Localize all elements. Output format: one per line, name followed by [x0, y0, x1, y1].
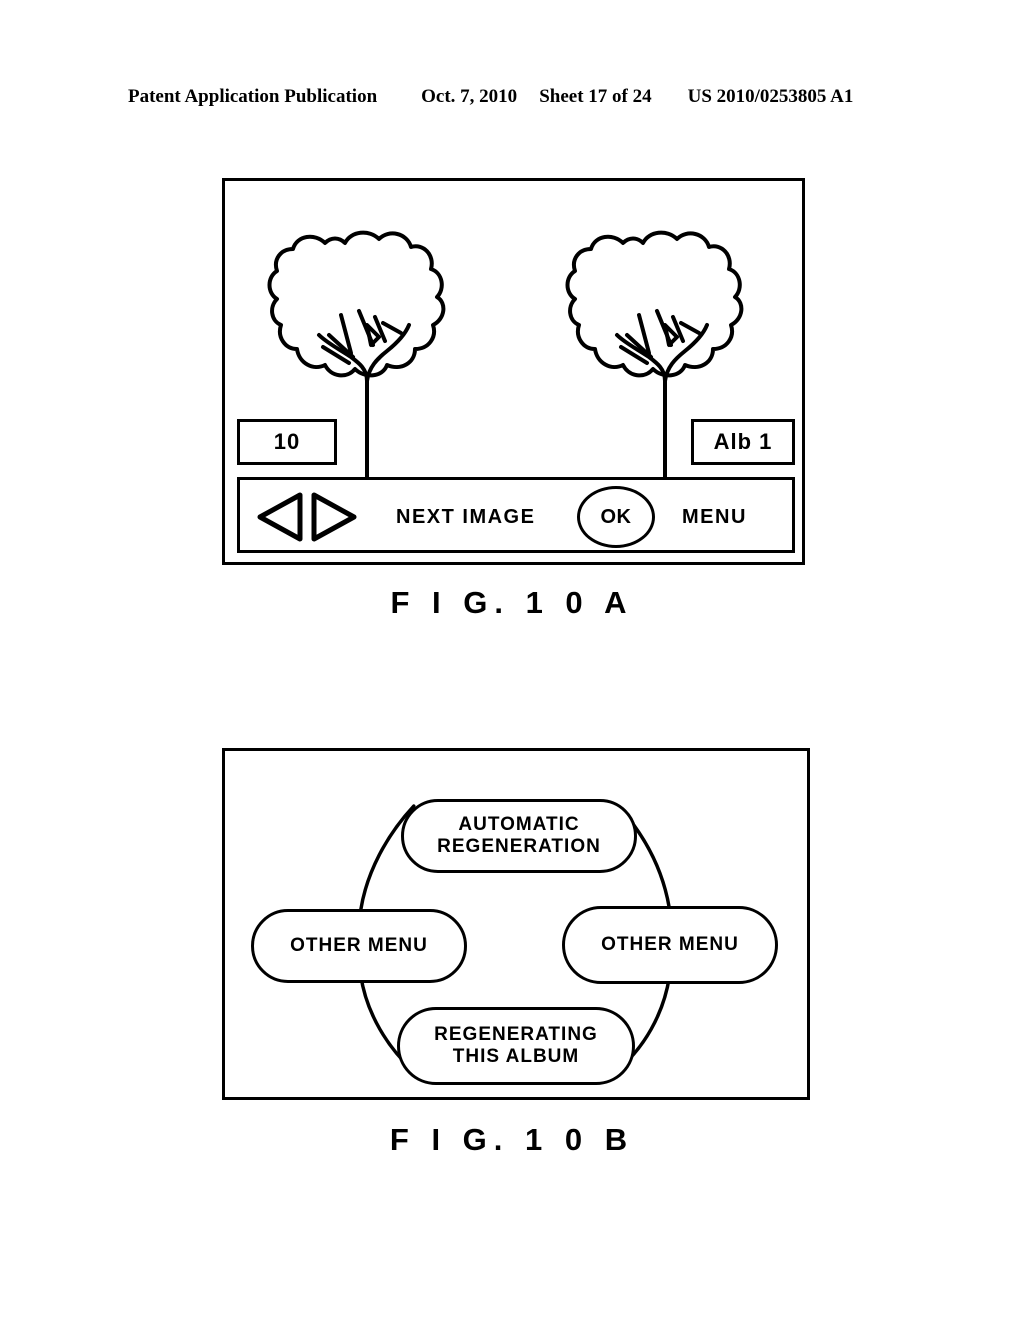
- image-count-label: 10: [237, 419, 337, 465]
- page-header: Patent Application Publication Oct. 7, 2…: [128, 86, 896, 112]
- menu-item-regenerating-this-album-line1: REGENERATING: [434, 1023, 598, 1045]
- album-name-value: Alb 1: [713, 429, 773, 454]
- header-sheet-text: Sheet 17 of 24: [539, 86, 652, 107]
- fig-10b-caption: F I G. 1 0 B: [389, 1122, 635, 1157]
- fig-10a-caption: F I G. 1 0 A: [390, 585, 634, 620]
- triangle-left-icon[interactable]: [256, 490, 304, 544]
- menu-item-automatic-regeneration-line1: AUTOMATIC: [458, 813, 580, 835]
- menu-item-other-menu-right-label: OTHER MENU: [601, 933, 739, 955]
- menu-item-other-menu-right[interactable]: OTHER MENU: [562, 906, 778, 984]
- menu-item-automatic-regeneration-line2: REGENERATION: [437, 836, 601, 857]
- triangle-right-icon[interactable]: [310, 490, 358, 544]
- menu-item-other-menu-left[interactable]: OTHER MENU: [251, 909, 467, 983]
- navigation-arrows: [256, 489, 366, 545]
- album-name-label: Alb 1: [691, 419, 795, 465]
- menu-item-other-menu-left-label: OTHER MENU: [290, 934, 428, 956]
- image-count-value: 10: [273, 429, 301, 454]
- header-patent-number: US 2010/0253805 A1: [687, 86, 854, 107]
- header-date-text: Oct. 7, 2010: [421, 86, 518, 107]
- menu-item-automatic-regeneration[interactable]: AUTOMATIC REGENERATION: [401, 799, 637, 873]
- menu-button[interactable]: MENU: [682, 506, 747, 529]
- next-image-button[interactable]: NEXT IMAGE: [396, 506, 535, 529]
- fig-10a-device-screen: 10 Alb 1 NEXT IMAGE OK MENU: [222, 178, 805, 565]
- screen-toolbar: NEXT IMAGE OK MENU: [237, 477, 795, 553]
- menu-item-regenerating-this-album-line2: THIS ALBUM: [452, 1046, 580, 1067]
- fig-10b-menu-wheel: AUTOMATIC REGENERATION OTHER MENU OTHER …: [222, 748, 810, 1100]
- ok-button[interactable]: OK: [577, 486, 655, 548]
- header-publication-text: Patent Application Publication: [128, 86, 378, 107]
- ok-button-label: OK: [600, 505, 632, 528]
- menu-item-regenerating-this-album[interactable]: REGENERATING THIS ALBUM: [397, 1007, 635, 1085]
